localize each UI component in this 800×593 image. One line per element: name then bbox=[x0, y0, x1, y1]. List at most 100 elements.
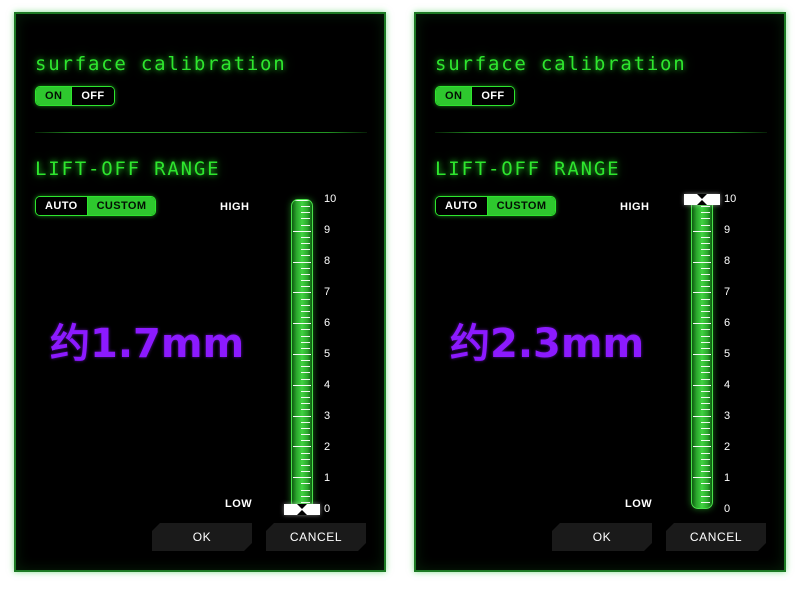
slider-tick-major bbox=[293, 446, 311, 448]
lift-off-toggle-auto[interactable]: AUTO bbox=[436, 197, 487, 215]
slider-tick-major bbox=[693, 323, 711, 325]
surface-calibration-toggle[interactable]: ON OFF bbox=[435, 86, 515, 106]
slider-tick-minor bbox=[701, 489, 710, 491]
slider-tick-minor bbox=[701, 409, 710, 411]
slider-tick-minor bbox=[301, 452, 310, 454]
surface-toggle-off[interactable]: OFF bbox=[471, 87, 514, 105]
slider-scale-number: 0 bbox=[324, 503, 331, 515]
slider-tick-minor bbox=[301, 224, 310, 226]
slider-tick-major bbox=[293, 200, 311, 201]
slider-scale-number: 4 bbox=[324, 379, 331, 391]
slider-tick-minor bbox=[301, 243, 310, 245]
slider-tick-minor bbox=[701, 286, 710, 288]
lift-off-toggle-custom[interactable]: CUSTOM bbox=[86, 197, 156, 215]
slider-tick-minor bbox=[301, 390, 310, 392]
slider-thumb[interactable] bbox=[284, 503, 320, 515]
slider-tick-minor bbox=[701, 464, 710, 466]
slider-tick-minor bbox=[301, 427, 310, 429]
slider-tick-minor bbox=[301, 236, 310, 238]
slider-scale-number: 9 bbox=[724, 224, 731, 236]
slider-tick-major bbox=[293, 261, 311, 263]
slider-track[interactable] bbox=[291, 199, 313, 509]
slider-scale-number: 6 bbox=[324, 317, 331, 329]
slider-scale-number: 10 bbox=[724, 193, 737, 205]
slider-scale-number: 3 bbox=[324, 410, 331, 422]
slider-tick-minor bbox=[301, 378, 310, 380]
slider-tick-minor bbox=[701, 440, 710, 442]
surface-toggle-on[interactable]: ON bbox=[36, 87, 72, 105]
slider-tick-minor bbox=[701, 317, 710, 319]
slider-track[interactable] bbox=[691, 199, 713, 509]
slider-tick-minor bbox=[301, 218, 310, 220]
ok-button[interactable]: OK bbox=[552, 523, 652, 551]
slider-scale-number: 5 bbox=[724, 348, 731, 360]
slider-thumb[interactable] bbox=[684, 193, 720, 205]
slider-tick-minor bbox=[701, 403, 710, 405]
calibration-panel-left: surface calibration ON OFF LIFT-OFF RANG… bbox=[14, 12, 386, 572]
slider-tick-major bbox=[293, 415, 311, 417]
lift-off-toggle-custom[interactable]: CUSTOM bbox=[486, 197, 556, 215]
surface-toggle-on[interactable]: ON bbox=[436, 87, 472, 105]
slider-scale-number: 2 bbox=[724, 441, 731, 453]
slider-high-label: HIGH bbox=[220, 201, 250, 213]
slider-tick-minor bbox=[301, 249, 310, 251]
slider-scale-number: 0 bbox=[724, 503, 731, 515]
screenshot-stage: surface calibration ON OFF LIFT-OFF RANG… bbox=[0, 0, 800, 593]
slider-tick-major bbox=[693, 354, 711, 355]
slider-scale-number: 8 bbox=[324, 255, 331, 267]
slider-tick-major bbox=[693, 446, 711, 448]
slider-tick-major bbox=[293, 477, 311, 479]
surface-toggle-off[interactable]: OFF bbox=[71, 87, 114, 105]
slider-tick-minor bbox=[301, 403, 310, 405]
slider-tick-minor bbox=[301, 329, 310, 331]
cancel-button[interactable]: CANCEL bbox=[666, 523, 766, 551]
slider-tick-minor bbox=[301, 286, 310, 288]
slider-tick-minor bbox=[301, 483, 310, 485]
slider-scale-number: 2 bbox=[324, 441, 331, 453]
slider-tick-minor bbox=[701, 218, 710, 220]
slider-tick-major bbox=[693, 261, 711, 263]
slider-tick-minor bbox=[701, 421, 710, 423]
slider-tick-minor bbox=[301, 458, 310, 460]
slider-tick-minor bbox=[701, 434, 710, 436]
slider-scale-number: 8 bbox=[724, 255, 731, 267]
slider-tick-minor bbox=[301, 434, 310, 436]
dialog-footer: OK CANCEL bbox=[416, 523, 784, 551]
slider-low-label: LOW bbox=[225, 498, 253, 510]
slider-tick-minor bbox=[301, 397, 310, 399]
lift-off-toggle-auto[interactable]: AUTO bbox=[36, 197, 87, 215]
slider-tick-minor bbox=[701, 397, 710, 399]
slider-tick-minor bbox=[701, 471, 710, 473]
surface-calibration-heading: surface calibration bbox=[435, 53, 687, 75]
slider-tick-minor bbox=[301, 335, 310, 337]
calibration-panel-right: surface calibration ON OFF LIFT-OFF RANG… bbox=[414, 12, 786, 572]
slider-tick-minor bbox=[701, 360, 710, 362]
slider-ticks bbox=[692, 200, 712, 508]
slider-tick-major bbox=[693, 415, 711, 417]
slider-tick-minor bbox=[301, 304, 310, 306]
slider-scale-number: 6 bbox=[724, 317, 731, 329]
slider-tick-minor bbox=[701, 206, 710, 208]
cancel-button[interactable]: CANCEL bbox=[266, 523, 366, 551]
slider-tick-major bbox=[293, 292, 311, 294]
slider-tick-minor bbox=[301, 212, 310, 214]
slider-tick-minor bbox=[701, 280, 710, 282]
lift-off-mode-toggle[interactable]: AUTO CUSTOM bbox=[35, 196, 157, 216]
ok-button[interactable]: OK bbox=[152, 523, 252, 551]
slider-tick-minor bbox=[701, 427, 710, 429]
slider-tick-minor bbox=[701, 458, 710, 460]
lift-off-mode-toggle[interactable]: AUTO CUSTOM bbox=[435, 196, 557, 216]
slider-scale-number: 1 bbox=[324, 472, 331, 484]
slider-tick-minor bbox=[701, 335, 710, 337]
slider-tick-minor bbox=[701, 452, 710, 454]
slider-tick-minor bbox=[301, 372, 310, 374]
measurement-annotation: 约2.3mm bbox=[450, 321, 645, 367]
slider-scale-number: 9 bbox=[324, 224, 331, 236]
surface-calibration-toggle[interactable]: ON OFF bbox=[35, 86, 115, 106]
slider-scale-number: 7 bbox=[324, 286, 331, 298]
slider-tick-minor bbox=[701, 249, 710, 251]
slider-tick-minor bbox=[301, 421, 310, 423]
slider-scale-numbers: 10 9 8 7 6 5 4 3 2 1 0 bbox=[724, 14, 750, 570]
slider-low-label: LOW bbox=[625, 498, 653, 510]
slider-tick-major bbox=[293, 323, 311, 325]
